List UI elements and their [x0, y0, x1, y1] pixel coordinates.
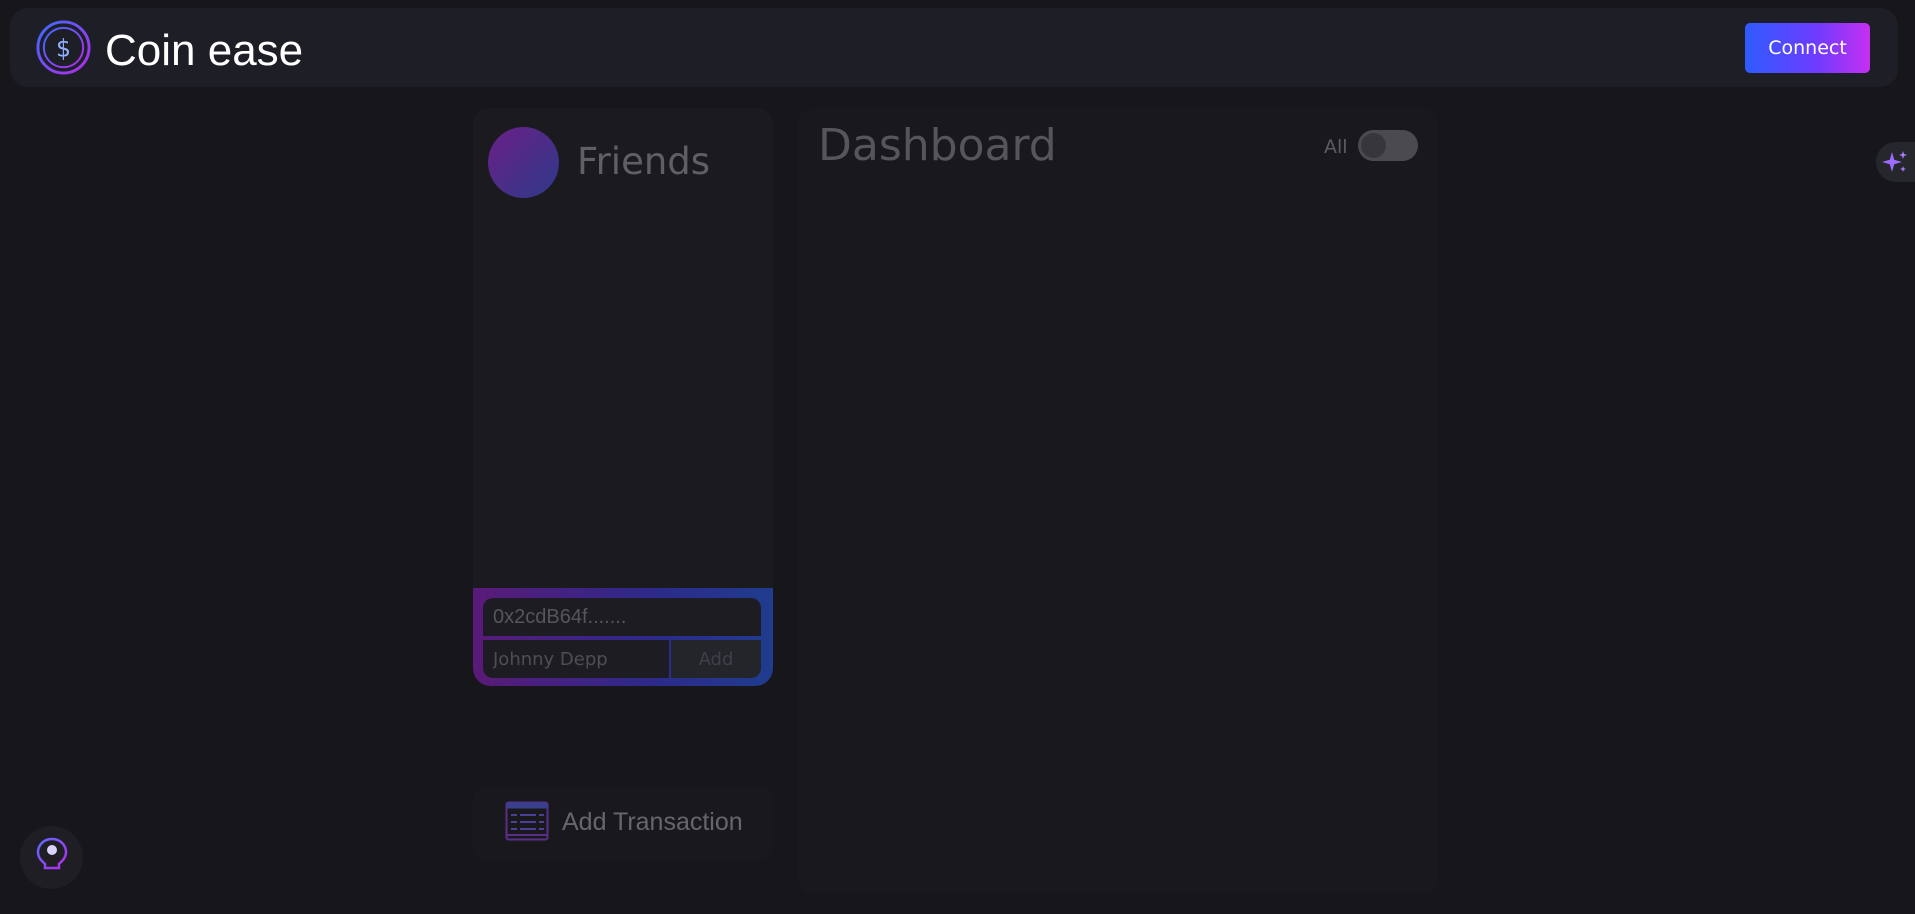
all-toggle-label: All: [1324, 136, 1348, 158]
toggle-knob: [1361, 133, 1386, 158]
add-transaction-button[interactable]: Add Transaction: [473, 786, 773, 861]
dollar-coin-icon: $: [36, 20, 91, 75]
tips-button[interactable]: [20, 826, 83, 889]
friend-name-input[interactable]: [483, 640, 669, 678]
add-transaction-label: Add Transaction: [562, 808, 743, 836]
svg-text:$: $: [56, 34, 71, 62]
friends-avatar: [488, 127, 559, 198]
lightbulb-icon: [36, 837, 68, 878]
dashboard-title: Dashboard: [818, 120, 1057, 171]
friends-panel: Friends Add: [473, 108, 773, 686]
add-friend-button[interactable]: Add: [671, 640, 761, 678]
all-toggle-switch[interactable]: [1358, 130, 1418, 161]
sparkle-icon: [1882, 151, 1907, 172]
friends-title: Friends: [577, 140, 711, 183]
top-navbar: $ Coin ease Connect: [10, 8, 1898, 87]
dashboard-panel: Dashboard All: [798, 108, 1438, 894]
ai-assistant-button[interactable]: [1876, 142, 1915, 182]
add-friend-form: Add: [473, 588, 773, 686]
app-title: Coin ease: [105, 26, 304, 75]
friend-address-input[interactable]: [483, 598, 761, 636]
ledger-icon: [505, 801, 549, 841]
connect-wallet-button[interactable]: Connect: [1745, 23, 1870, 73]
